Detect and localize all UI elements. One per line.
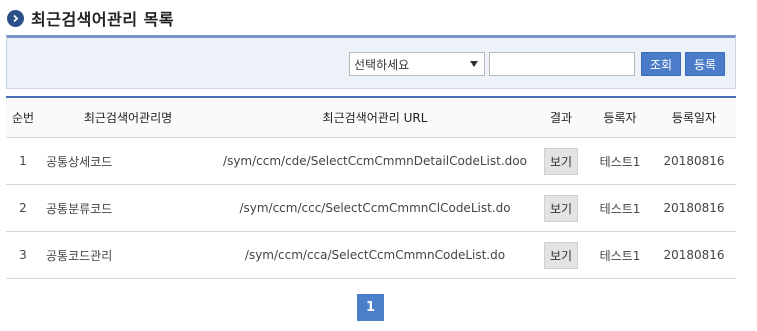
row-name: 공통분류코드 [46, 201, 113, 216]
page-number-current[interactable]: 1 [357, 294, 384, 321]
row-name: 공통상세코드 [46, 154, 113, 169]
table-row[interactable]: 3 공통코드관리 /sym/ccm/cca/SelectCcmCmmnCodeL… [6, 232, 736, 279]
table-row[interactable]: 1 공통상세코드 /sym/ccm/cde/SelectCcmCmmnDetai… [6, 138, 736, 185]
row-result: 보기 [534, 147, 588, 175]
row-url: /sym/ccm/ccc/SelectCcmCmmnClCodeList.do [239, 201, 511, 215]
row-no: 2 [19, 201, 27, 215]
view-button[interactable]: 보기 [543, 241, 579, 269]
row-date: 20180816 [663, 201, 725, 215]
row-date: 20180816 [663, 248, 725, 262]
header-result: 결과 [549, 111, 573, 125]
search-button[interactable]: 조회 [641, 52, 681, 76]
header-date: 등록일자 [671, 111, 717, 125]
header-registrant: 등록자 [603, 111, 637, 125]
row-registrant: 테스트1 [599, 201, 641, 216]
header-no: 순번 [11, 111, 35, 125]
search-input[interactable] [489, 52, 635, 76]
view-button[interactable]: 보기 [543, 147, 579, 175]
table-header: 순번 최근검색어관리명 최근검색어관리 URL 결과 등록자 등록일자 [6, 98, 736, 138]
page-header: 최근검색어관리 목록 [7, 7, 174, 29]
row-date: 20180816 [663, 154, 725, 168]
row-no: 3 [19, 248, 27, 262]
row-no: 1 [19, 154, 27, 168]
row-registrant: 테스트1 [599, 154, 641, 169]
view-button[interactable]: 보기 [543, 194, 579, 222]
table-row[interactable]: 2 공통분류코드 /sym/ccm/ccc/SelectCcmCmmnClCod… [6, 185, 736, 232]
chevron-right-icon [7, 9, 24, 27]
page-title: 최근검색어관리 목록 [31, 10, 175, 29]
header-url: 최근검색어관리 URL [322, 111, 428, 125]
row-url: /sym/ccm/cca/SelectCcmCmmnCodeList.do [244, 248, 506, 262]
page: 최근검색어관리 목록 선택하세요 조회 등록 순번 최근검색어관리명 최근검색어… [0, 0, 757, 331]
search-panel: 선택하세요 조회 등록 [6, 35, 736, 89]
header-name: 최근검색어관리명 [83, 111, 173, 125]
row-result: 보기 [534, 194, 588, 222]
search-condition-select[interactable]: 선택하세요 [349, 52, 485, 76]
results-table: 순번 최근검색어관리명 최근검색어관리 URL 결과 등록자 등록일자 1 공통… [6, 96, 736, 279]
row-result: 보기 [534, 241, 588, 269]
row-name: 공통코드관리 [46, 248, 113, 263]
select-value: 선택하세요 [354, 57, 410, 72]
register-button[interactable]: 등록 [685, 52, 725, 76]
dropdown-arrow-icon [470, 61, 478, 67]
row-registrant: 테스트1 [599, 248, 641, 263]
row-url: /sym/ccm/cde/SelectCcmCmmnDetailCodeList… [223, 154, 527, 168]
